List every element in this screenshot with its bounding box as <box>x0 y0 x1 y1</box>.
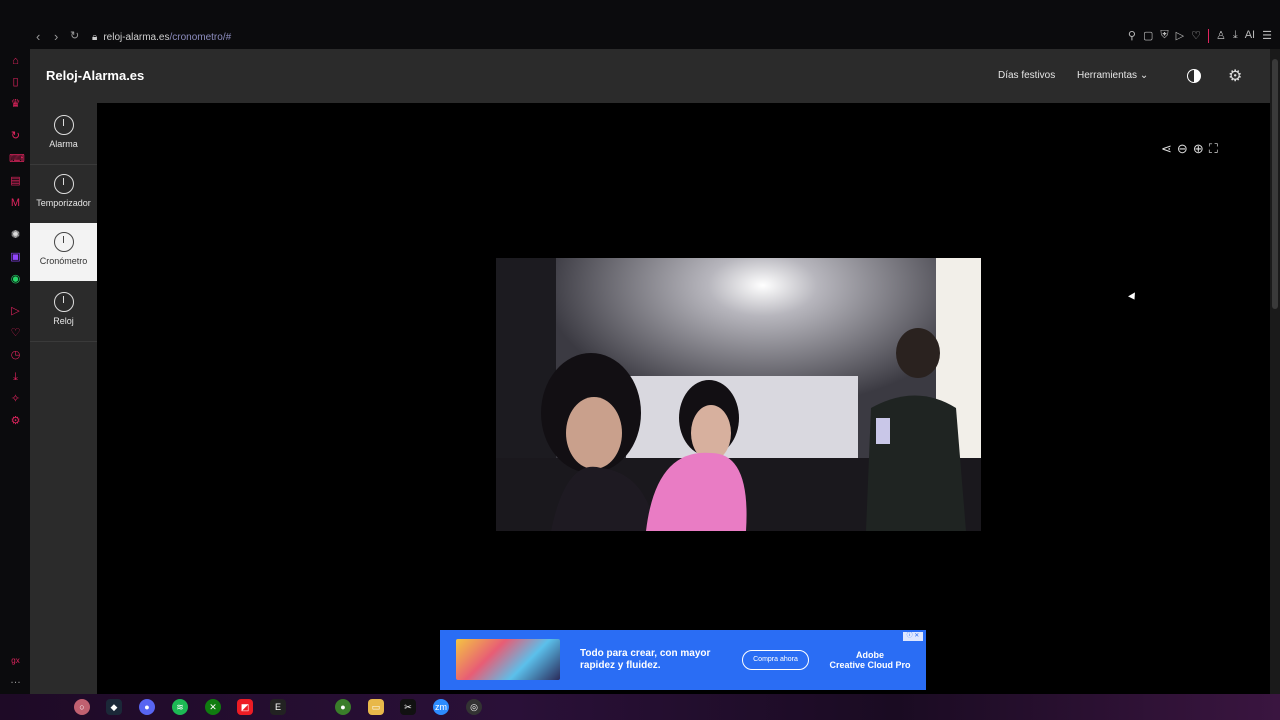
scroll-thumb[interactable] <box>1272 59 1278 309</box>
m-app-icon[interactable]: M <box>9 197 22 210</box>
timer-icon <box>53 174 74 194</box>
share-icon[interactable]: ⋖ <box>1161 141 1172 157</box>
site-brand[interactable]: Reloj-Alarma.es <box>46 68 144 83</box>
downloads-icon[interactable]: ⤓ <box>9 371 22 384</box>
url-domain: reloj-alarma.es <box>103 31 170 43</box>
ad-collage-image <box>456 639 560 680</box>
discord-icon[interactable]: ● <box>139 699 155 715</box>
capcut-icon[interactable]: ✂ <box>400 699 416 715</box>
ad-brand: Adobe Creative Cloud Pro <box>825 650 915 670</box>
history-icon[interactable]: ◷ <box>9 349 22 362</box>
epic-games-icon[interactable]: E <box>270 699 286 715</box>
ad-brand-line1: Adobe <box>856 650 884 660</box>
bookmarks-icon[interactable]: ▯ <box>9 76 22 89</box>
sidebar-item-label: Cronómetro <box>39 256 88 266</box>
alarm-clock-icon <box>53 115 74 135</box>
menu-icon[interactable]: ☰ <box>1262 29 1272 43</box>
gx-icon[interactable]: gx <box>9 654 22 667</box>
chevron-down-icon: ⌄ <box>1139 70 1149 81</box>
sidebar-item-label: Alarma <box>49 139 78 149</box>
sidebar-item-cronometro[interactable]: Cronómetro <box>30 223 97 281</box>
gamepad-icon[interactable]: ⌨ <box>9 153 25 166</box>
forward-icon[interactable]: › <box>54 29 58 44</box>
sync-icon[interactable]: ↻ <box>9 130 22 143</box>
extensions-icon[interactable]: ✧ <box>9 393 22 406</box>
address-bar[interactable]: 🔒︎ reloj-alarma.es/cronometro/# <box>92 29 231 45</box>
snapshot-icon[interactable]: ▢ <box>1143 29 1153 43</box>
taskbar: ○ ◆ ● ≋ ✕ ◩ E ● ▭ ✂ zm ◎ <box>0 694 1280 720</box>
steam-icon[interactable]: ◆ <box>106 699 122 715</box>
page-scrollbar[interactable] <box>1270 49 1280 694</box>
holidays-link[interactable]: Días festivos <box>998 70 1055 81</box>
ad-choices-icon[interactable]: ⓘ ✕ <box>903 632 923 641</box>
sidebar-item-label: Temporizador <box>36 198 91 208</box>
download-icon[interactable]: ⤓ <box>1233 29 1238 43</box>
obs-icon[interactable]: ◎ <box>466 699 482 715</box>
site-sidebar: Alarma Temporizador Cronómetro Reloj <box>30 103 97 694</box>
fullscreen-icon[interactable]: ⛶ <box>1209 141 1218 157</box>
cards-icon[interactable]: ▤ <box>9 175 22 188</box>
ad-cta-button[interactable]: Compra ahora <box>742 650 809 670</box>
heart-icon[interactable]: ♡ <box>1191 29 1201 43</box>
spotify-icon[interactable]: ≋ <box>172 699 188 715</box>
clock-icon <box>53 292 74 312</box>
lock-icon: 🔒︎ <box>92 31 98 43</box>
amd-icon[interactable]: ◩ <box>237 699 253 715</box>
play-icon[interactable]: ▷ <box>1176 29 1184 43</box>
webcam-scene <box>496 258 981 531</box>
contrast-toggle-icon[interactable] <box>1187 69 1201 83</box>
gear-icon[interactable]: ⚙ <box>1228 66 1242 86</box>
zoom-icon[interactable]: zm <box>433 699 449 715</box>
sidebar-item-label: Reloj <box>53 316 74 326</box>
url-path: /cronometro/# <box>169 31 232 43</box>
player-icon[interactable]: ▷ <box>9 305 22 318</box>
zoom-in-icon[interactable]: ⊕ <box>1193 141 1204 157</box>
xbox-icon[interactable]: ✕ <box>205 699 221 715</box>
opera-gx-icon[interactable]: ○ <box>74 699 90 715</box>
browser-toolbar: ‹ › ↻ 🔒︎ reloj-alarma.es/cronometro/# ⚲ … <box>0 0 1280 49</box>
browser-sidebar: ⌂ ▯ ♛ ↻ ⌨ ▤ M ✺ ▣ ◉ ▷ ♡ ◷ ⤓ ✧ ⚙ gx … <box>0 49 30 694</box>
ad-banner[interactable]: ⓘ ✕ Todo para crear, con mayor rapidez y… <box>440 630 926 690</box>
reload-icon[interactable]: ↻ <box>70 29 79 42</box>
site-header: Reloj-Alarma.es Días festivos Herramient… <box>30 49 1270 103</box>
settings-icon[interactable]: ⚙ <box>9 415 22 428</box>
webcam-video <box>496 258 981 531</box>
whatsapp-icon[interactable]: ◉ <box>9 273 22 286</box>
ad-brand-line2: Creative Cloud Pro <box>829 660 911 670</box>
view-tools: ⋖ ⊖ ⊕ ⛶ <box>1161 141 1218 157</box>
sidebar-item-alarma[interactable]: Alarma <box>30 106 97 164</box>
home-icon[interactable]: ⌂ <box>9 55 22 68</box>
profile-icon[interactable]: ♙ <box>1216 29 1226 43</box>
zoom-out-icon[interactable]: ⊖ <box>1177 141 1188 157</box>
green-app-icon[interactable]: ● <box>335 699 351 715</box>
sidebar-item-temporizador[interactable]: Temporizador <box>30 165 97 223</box>
ai-button[interactable]: AI <box>1245 29 1255 43</box>
tools-menu[interactable]: Herramientas ⌄ <box>1077 70 1148 81</box>
sidebar-divider <box>30 341 97 342</box>
crown-icon[interactable]: ♛ <box>9 98 22 111</box>
favorites-icon[interactable]: ♡ <box>9 327 22 340</box>
back-icon[interactable]: ‹ <box>36 29 40 44</box>
file-explorer-icon[interactable]: ▭ <box>368 699 384 715</box>
shield-icon[interactable]: ⛨ <box>1160 29 1168 43</box>
chatgpt-icon[interactable]: ✺ <box>9 229 22 242</box>
pin-icon[interactable]: ⚲ <box>1128 29 1136 43</box>
twitch-icon[interactable]: ▣ <box>9 251 22 264</box>
ad-headline: Todo para crear, con mayor rapidez y flu… <box>580 648 711 671</box>
sidebar-item-reloj[interactable]: Reloj <box>30 283 97 341</box>
more-icon[interactable]: … <box>9 674 22 687</box>
toolbar-separator <box>1207 29 1209 43</box>
stopwatch-icon <box>53 232 74 252</box>
tools-menu-label: Herramientas <box>1077 70 1138 81</box>
